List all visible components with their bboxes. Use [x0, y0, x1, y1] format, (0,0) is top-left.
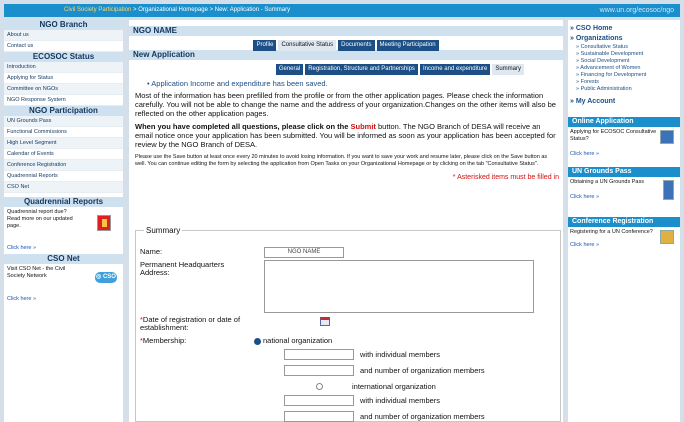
info-paragraph: Most of the information has been prefill… [135, 91, 556, 118]
national-orgs-input[interactable] [284, 365, 354, 376]
online-application-click[interactable]: Click here » [568, 151, 680, 157]
org-item-sustainable[interactable]: » Sustainable Development [568, 51, 680, 58]
membership-label-text: Membership: [142, 336, 187, 345]
name-label: Name: [140, 247, 163, 256]
cso-logo-icon[interactable]: ◎ CSO [95, 272, 117, 283]
breadcrumb-path: > Organizational Homepage > New: Applica… [131, 7, 291, 13]
subtab-income[interactable]: Income and expenditure [419, 64, 491, 75]
subtab-registration[interactable]: Registration, Structure and Partnerships [305, 64, 418, 75]
sidebar-item-response-system[interactable]: NGO Response System [4, 95, 123, 106]
sidebar-heading-cso-net: CSO Net [4, 254, 123, 264]
sidebar-item-calendar[interactable]: Calendar of Events [4, 149, 123, 160]
csonet-box: Visit CSO Net - the Civil Society Networ… [4, 264, 123, 294]
ngo-name-title: NGO NAME [129, 26, 563, 36]
sidebar-item-committee[interactable]: Committee on NGOs [4, 84, 123, 95]
sidebar-item-contact-us[interactable]: Contact us [4, 41, 123, 52]
sidebar-item-quadrennial[interactable]: Quadrennial Reports [4, 171, 123, 182]
membership-label: *Membership: [140, 336, 187, 345]
national-radio[interactable] [254, 338, 261, 345]
csonet-text: Visit CSO Net - the Civil Society Networ… [7, 266, 66, 279]
cso-logo-label: CSO [102, 274, 116, 280]
right-sidebar: » CSO Home » Organizations » Consultativ… [568, 20, 680, 422]
quadrennial-click-link[interactable]: Click here » [4, 243, 123, 254]
summary-legend: Summary [144, 226, 183, 235]
sidebar-item-functional-commissions[interactable]: Functional Commissions [4, 127, 123, 138]
top-bar: Civil Society Participation > Organizati… [4, 4, 680, 17]
hq-address-label: Permanent Headquarters Address: [140, 260, 225, 277]
breadcrumb: Civil Society Participation > Organizati… [64, 4, 290, 17]
required-note: * Asterisked items must be filled in [452, 174, 559, 181]
sidebar-item-cso-net[interactable]: CSO Net [4, 182, 123, 193]
sidebar-heading-participation: NGO Participation [4, 106, 123, 116]
submit-word: Submit [350, 122, 376, 131]
date-label: *Date of registration or date of establi… [140, 315, 241, 332]
page: Civil Society Participation > Organizati… [0, 0, 684, 422]
conference-icon [660, 230, 674, 244]
and-number-label: and number of organization members [360, 366, 485, 375]
conference-title: Conference Registration [568, 217, 680, 227]
tab-profile[interactable]: Profile [253, 40, 277, 51]
main-content: NGO NAME Profile Consultative Status Docum… [129, 20, 563, 422]
tab-consultative-status[interactable]: Consultative Status [278, 40, 337, 51]
subtabs: General Registration, Structure and Partn… [129, 60, 563, 75]
and-number-label-2: and number of organization members [360, 412, 485, 421]
sidebar-heading-ngo-branch: NGO Branch [4, 20, 123, 30]
cso-home-link[interactable]: » CSO Home [568, 24, 680, 34]
org-item-financing[interactable]: » Financing for Development [568, 72, 680, 79]
org-item-social[interactable]: » Social Development [568, 58, 680, 65]
submit-paragraph-intro: When you have completed all questions, p… [135, 122, 351, 131]
breadcrumb-home-link[interactable]: Civil Society Participation [64, 7, 131, 13]
quadrennial-box: Quadrennial report due? Read more on our… [4, 207, 123, 243]
summary-fieldset: Summary Name: NGO NAME Permanent Headqua… [135, 226, 561, 422]
hq-address-textarea[interactable] [264, 260, 534, 313]
national-individual-input[interactable] [284, 349, 354, 360]
tab-documents[interactable]: Documents [338, 40, 375, 51]
subtab-general[interactable]: General [275, 64, 304, 75]
international-radio[interactable] [316, 383, 323, 390]
online-application-box: Online Application Applying for ECOSOC C… [568, 117, 680, 157]
tab-meeting-participation[interactable]: Meeting Participation [376, 40, 439, 51]
with-individual-label: with individual members [360, 350, 441, 359]
sidebar-heading-quadrennial: Quadrennial Reports [4, 197, 123, 207]
badge-icon [663, 180, 674, 200]
international-individual-input[interactable] [284, 395, 354, 406]
org-item-consultative[interactable]: » Consultative Status [568, 44, 680, 51]
org-item-forests[interactable]: » Forests [568, 79, 680, 86]
national-label: national organization [263, 336, 333, 345]
org-item-public-admin[interactable]: » Public Administration [568, 86, 680, 93]
name-field[interactable]: NGO NAME [264, 247, 344, 258]
save-paragraph: Please use the Save button at least once… [135, 154, 548, 167]
international-orgs-input[interactable] [284, 411, 354, 422]
international-label: international organization [352, 382, 436, 391]
quadrennial-text: Quadrennial report due? Read more on our… [7, 209, 73, 229]
my-account-link[interactable]: » My Account [568, 97, 680, 107]
sidebar-item-introduction[interactable]: Introduction [4, 62, 123, 73]
calendar-icon[interactable] [320, 317, 330, 326]
saved-message-text: Application Income and expenditure has b… [151, 79, 328, 88]
sidebar-heading-ecosoc: ECOSOC Status [4, 52, 123, 62]
monitor-icon [660, 130, 674, 144]
sidebar-item-grounds-pass[interactable]: UN Grounds Pass [4, 116, 123, 127]
org-item-women[interactable]: » Advancement of Women [568, 65, 680, 72]
csonet-click-link[interactable]: Click here » [4, 294, 123, 305]
conference-box: Conference Registration Registering for … [568, 217, 680, 257]
date-label-text: Date of registration or date of establis… [140, 315, 241, 332]
online-application-title: Online Application [568, 117, 680, 127]
sidebar-item-high-level[interactable]: High Level Segment [4, 138, 123, 149]
sidebar-item-conference-registration[interactable]: Conference Registration [4, 160, 123, 171]
site-url[interactable]: www.un.org/ecosoc/ngo [600, 4, 674, 17]
saved-message: • Application Income and expenditure has… [147, 79, 328, 88]
submit-paragraph: When you have completed all questions, p… [129, 122, 563, 149]
sidebar-item-applying[interactable]: Applying for Status [4, 73, 123, 84]
organizations-link[interactable]: » Organizations [568, 34, 680, 44]
main-tabs: Profile Consultative Status Documents Meeti… [129, 36, 563, 51]
report-icon [97, 215, 111, 231]
with-individual-label-2: with individual members [360, 396, 441, 405]
left-sidebar: NGO Branch About us Contact us ECOSOC St… [4, 20, 123, 422]
new-application-title: New Application [129, 50, 563, 60]
sidebar-item-about-us[interactable]: About us [4, 30, 123, 41]
grounds-pass-box: UN Grounds Pass Obtaining a UN Grounds P… [568, 167, 680, 207]
subtab-summary[interactable]: Summary [492, 64, 524, 75]
grounds-pass-title: UN Grounds Pass [568, 167, 680, 177]
